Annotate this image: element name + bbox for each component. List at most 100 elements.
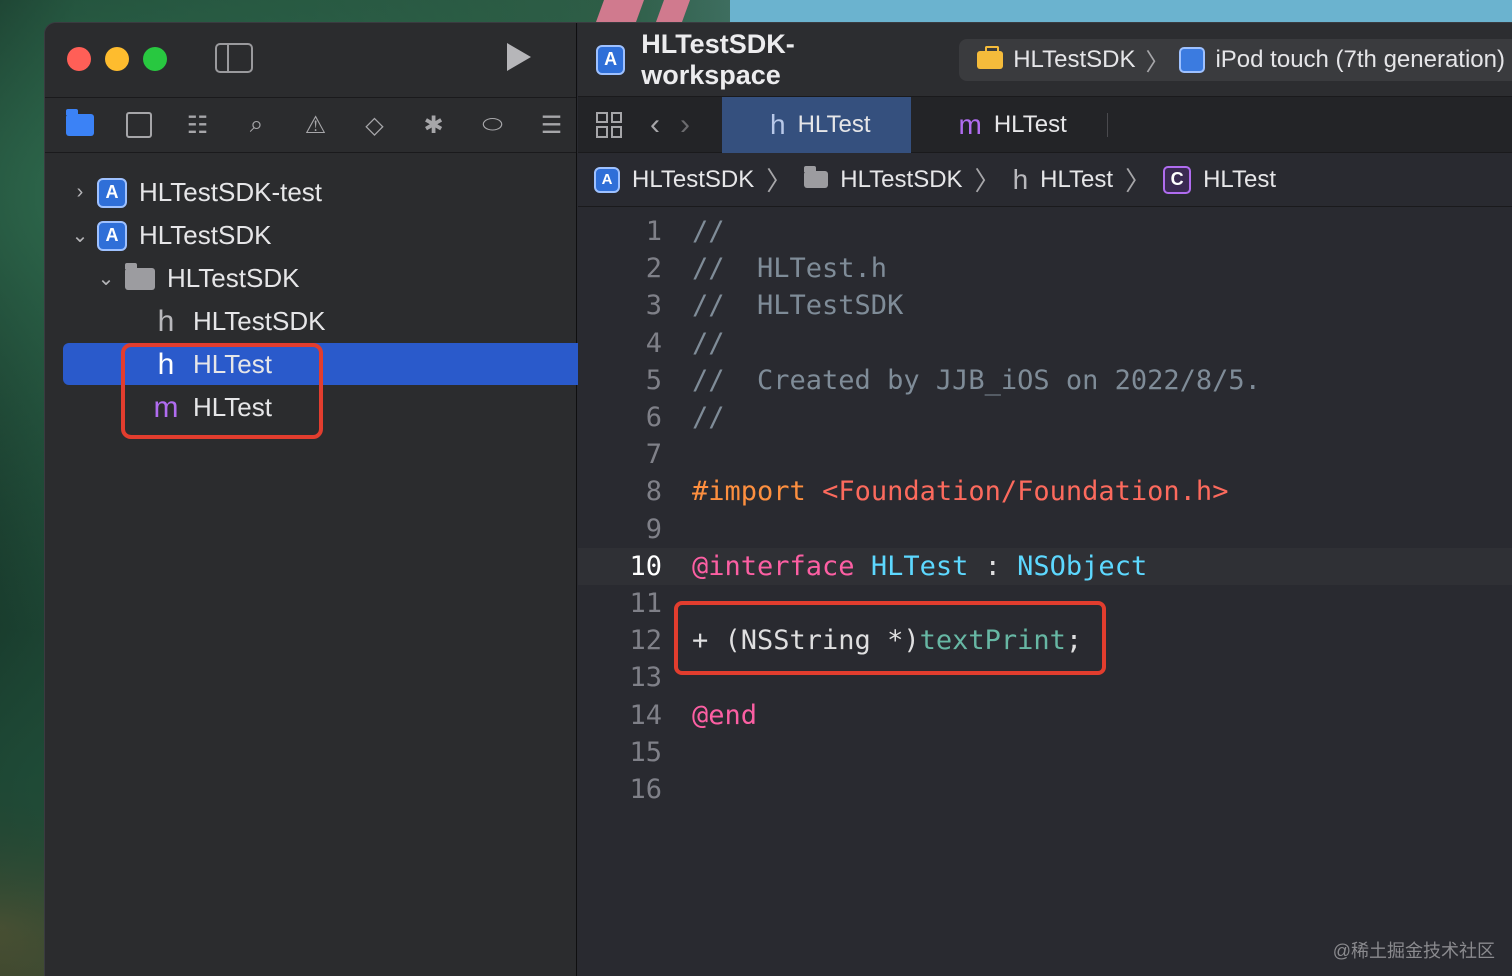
jumpbar-item-folder[interactable]: HLTestSDK — [840, 166, 962, 194]
code-text: // Created by JJB_iOS on 2022/8/5. — [692, 364, 1261, 396]
code-line[interactable]: 8 #import <Foundation/Foundation.h> — [578, 473, 1512, 510]
tree-item-hltestsdk-project[interactable]: ⌄ A HLTestSDK — [45, 214, 576, 257]
code-line[interactable]: 10 @interface HLTest : NSObject — [578, 547, 1512, 585]
code-line[interactable]: 16 — [578, 771, 1512, 808]
code-line[interactable]: 5 // Created by JJB_iOS on 2022/8/5. — [578, 362, 1512, 399]
related-items-grid-icon[interactable] — [596, 111, 622, 138]
line-number: 6 — [645, 402, 662, 434]
tree-item-hltestsdk-folder[interactable]: ⌄ HLTestSDK — [45, 257, 576, 300]
code-line[interactable]: 3 // HLTestSDK — [578, 287, 1512, 324]
code-text: #import <Foundation/Foundation.h> — [692, 476, 1229, 508]
code-line[interactable]: 6 // — [578, 399, 1512, 436]
tree-item-label: HLTestSDK-test — [139, 177, 323, 207]
warning-icon[interactable]: ⚠ — [297, 109, 334, 141]
debug-icon[interactable]: ✱ — [415, 109, 452, 141]
code-line[interactable]: 4 // — [578, 325, 1512, 362]
chevron-down-icon[interactable]: ⌄ — [71, 223, 89, 248]
chevron-down-icon[interactable]: ⌄ — [97, 266, 115, 291]
source-code-editor[interactable]: 1 // 2 // HLTest.h 3 // HLTestSDK 4 // 5 // Creat… — [578, 207, 1512, 808]
line-number: 2 — [645, 253, 662, 285]
tree-item-hltestsdk-header[interactable]: h HLTestSDK — [45, 300, 576, 343]
minimize-button[interactable] — [105, 47, 129, 71]
report-icon[interactable]: ☰ — [533, 109, 570, 141]
breakpoint-icon[interactable]: ⬭ — [474, 109, 511, 141]
scheme-selector[interactable]: HLTestSDK 〉 iPod touch (7th generation) — [959, 38, 1512, 81]
code-text: @end — [692, 699, 758, 731]
test-diamond-icon[interactable]: ◇ — [356, 109, 393, 141]
tab-hltest-implementation[interactable]: m HLTest — [911, 97, 1107, 153]
line-number: 9 — [645, 513, 662, 545]
line-number: 12 — [629, 625, 662, 657]
editor-titlebar: A HLTestSDK-workspace HLTestSDK 〉 iPod t… — [578, 23, 1512, 97]
code-line[interactable]: 15 — [578, 734, 1512, 771]
code-line[interactable]: 13 — [578, 659, 1512, 696]
zoom-button[interactable] — [143, 47, 167, 71]
back-arrow-icon[interactable]: ‹ — [650, 108, 660, 142]
code-text: // HLTestSDK — [692, 290, 904, 322]
xcode-project-icon: A — [97, 220, 127, 251]
navigator-sidebar: ☷ ⌕ ⚠ ◇ ✱ ⬭ ☰ › A HLTestSDK-test ⌄ A HLT… — [45, 23, 600, 976]
code-text: // — [692, 216, 725, 248]
tree-item-hltestsdk-test[interactable]: › A HLTestSDK-test — [45, 171, 576, 214]
jumpbar-item-symbol[interactable]: HLTest — [1203, 166, 1276, 194]
simulator-device-icon — [1179, 46, 1206, 73]
highlight-annotation-box — [121, 343, 323, 439]
toolbox-icon — [977, 45, 1004, 69]
chevron-right-icon: 〉 — [974, 166, 1001, 196]
code-text: + (NSString *)textPrint; — [692, 625, 1083, 657]
code-line[interactable]: 1 // — [578, 213, 1512, 250]
project-navigator-folder-icon[interactable] — [61, 109, 98, 141]
code-line[interactable]: 14 @end — [578, 696, 1512, 733]
chevron-right-icon[interactable]: › — [71, 181, 89, 204]
folder-icon — [804, 166, 829, 188]
code-line[interactable]: 9 — [578, 511, 1512, 548]
chevron-right-icon: 〉 — [1145, 49, 1170, 76]
code-text: // — [692, 327, 725, 359]
scheme-device-label: iPod touch (7th generation) — [1215, 45, 1505, 73]
xcode-workspace-icon: A — [596, 44, 626, 75]
search-icon[interactable]: ⌕ — [238, 109, 275, 141]
watermark: @稀土掘金技术社区 — [1332, 941, 1495, 961]
run-icon[interactable] — [507, 43, 531, 71]
xcode-project-icon: A — [97, 177, 127, 208]
header-file-icon: h — [770, 108, 786, 140]
line-number: 8 — [645, 476, 662, 508]
line-number: 10 — [629, 550, 662, 582]
source-control-icon[interactable] — [120, 109, 157, 141]
code-text: // — [692, 402, 725, 434]
line-number: 4 — [645, 327, 662, 359]
xcode-project-icon: A — [594, 166, 620, 193]
history-navigation: ‹ › — [650, 108, 690, 142]
line-number: 1 — [645, 216, 662, 248]
tab-label: HLTest — [797, 110, 871, 138]
forward-arrow-icon[interactable]: › — [680, 108, 690, 142]
code-line[interactable]: 2 // HLTest.h — [578, 250, 1512, 287]
header-file-icon: h — [157, 304, 175, 338]
tab-hltest-header[interactable]: h HLTest — [722, 96, 911, 153]
workspace-title: HLTestSDK-workspace — [641, 28, 795, 90]
editor-tab-bar: ‹ › h HLTest m HLTest — [578, 96, 1512, 153]
chevron-right-icon: 〉 — [766, 166, 793, 196]
symbol-hierarchy-icon[interactable]: ☷ — [179, 109, 216, 141]
header-file-icon: h — [1012, 163, 1029, 195]
code-line[interactable]: 12 + (NSString *)textPrint; — [578, 622, 1512, 659]
jump-bar: A HLTestSDK 〉 HLTestSDK 〉 h HLTest 〉 C H… — [578, 153, 1512, 207]
implementation-file-icon: m — [958, 108, 982, 140]
code-line[interactable]: 7 — [578, 436, 1512, 473]
sidebar-toggle-icon[interactable] — [215, 43, 253, 73]
code-line[interactable]: 11 — [578, 585, 1512, 622]
code-text: // HLTest.h — [692, 253, 888, 285]
tab-separator — [1106, 112, 1108, 137]
navigator-selector-bar: ☷ ⌕ ⚠ ◇ ✱ ⬭ ☰ — [45, 97, 576, 153]
jumpbar-item-file[interactable]: HLTest — [1040, 166, 1113, 194]
line-number: 15 — [629, 736, 662, 768]
line-number: 3 — [645, 290, 662, 322]
line-number: 13 — [629, 662, 662, 694]
jumpbar-item-project[interactable]: HLTestSDK — [632, 166, 754, 194]
line-number: 16 — [629, 773, 662, 805]
line-number: 14 — [629, 699, 662, 731]
close-button[interactable] — [67, 47, 91, 71]
window-controls — [67, 47, 167, 71]
sidebar-titlebar — [45, 23, 576, 97]
tree-item-label: HLTestSDK — [193, 306, 326, 336]
